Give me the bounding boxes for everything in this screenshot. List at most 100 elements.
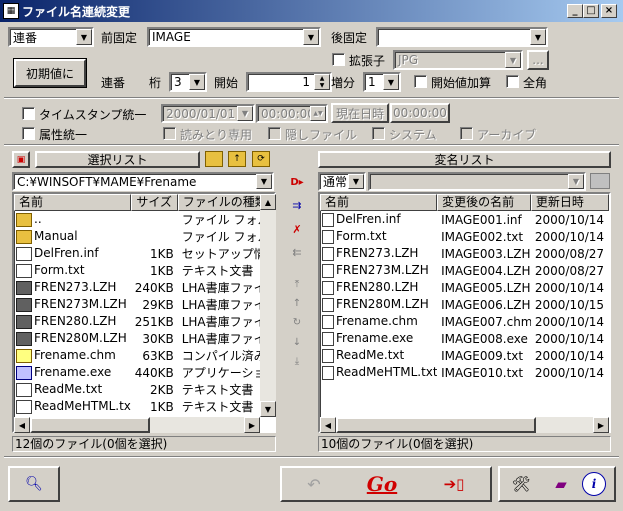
col-name[interactable]: 名前 xyxy=(320,194,438,211)
extension-combo[interactable]: JPG ▼ xyxy=(393,50,523,70)
scroll-up-icon[interactable]: ▲ xyxy=(260,194,276,210)
chevron-down-icon[interactable]: ▼ xyxy=(568,174,584,189)
table-row[interactable]: FREN280M.LZH IMAGE006.LZH 2000/10/15 xyxy=(320,296,609,313)
folder-icon[interactable] xyxy=(590,173,610,189)
table-row[interactable]: FREN280M.LZH 30KB LHA書庫ファイル xyxy=(14,330,274,347)
remove-all-icon[interactable]: ⇇ xyxy=(287,244,307,260)
folder-refresh-icon[interactable]: ⟳ xyxy=(252,151,270,167)
filter-combo[interactable]: ▼ xyxy=(368,172,586,191)
move-down-icon[interactable]: ↓ xyxy=(287,335,307,349)
table-row[interactable]: FREN273.LZH 240KB LHA書庫ファイル xyxy=(14,279,274,296)
table-row[interactable]: DelFren.inf 1KB セットアップ情報 xyxy=(14,245,274,262)
table-row[interactable]: FREN280.LZH 251KB LHA書庫ファイル xyxy=(14,313,274,330)
table-row[interactable]: ReadMe.txt 2KB テキスト文書 xyxy=(14,381,274,398)
scroll-right-icon[interactable]: ▶ xyxy=(244,417,260,433)
digits-select[interactable]: 3 ▼ xyxy=(169,72,207,92)
table-row[interactable]: Frename.exe IMAGE008.exe 2000/10/14 xyxy=(320,330,609,347)
table-row[interactable]: Form.txt 1KB テキスト文書 xyxy=(14,262,274,279)
hidden-checkbox[interactable] xyxy=(268,127,281,140)
timestamp-checkbox[interactable] xyxy=(22,107,35,120)
book-icon[interactable]: ▰ xyxy=(544,470,578,498)
right-scroll-thumb[interactable] xyxy=(336,417,536,433)
panel-toggle-icon[interactable]: ▣ xyxy=(12,151,30,168)
table-row[interactable]: Frename.chm IMAGE007.chm 2000/10/14 xyxy=(320,313,609,330)
table-row[interactable]: Form.txt IMAGE002.txt 2000/10/14 xyxy=(320,228,609,245)
table-row[interactable]: ReadMeHTML.txt IMAGE010.txt 2000/10/14 xyxy=(320,364,609,381)
scroll-down-icon[interactable]: ▼ xyxy=(260,401,276,417)
table-row[interactable]: .. ファイル フォルダ xyxy=(14,211,274,228)
scroll-left-icon[interactable]: ◀ xyxy=(320,417,336,433)
readonly-checkbox[interactable] xyxy=(163,127,176,140)
chevron-down-icon[interactable]: ▼ xyxy=(256,174,272,189)
chevron-down-icon[interactable]: ▼ xyxy=(530,29,546,45)
move-up-icon[interactable]: ↑ xyxy=(287,296,307,310)
table-row[interactable]: FREN280.LZH IMAGE005.LZH 2000/10/14 xyxy=(320,279,609,296)
move-top-icon[interactable]: ⤒ xyxy=(287,277,307,291)
chevron-down-icon[interactable]: ▼ xyxy=(383,74,399,90)
table-row[interactable]: DelFren.inf IMAGE001.inf 2000/10/14 xyxy=(320,211,609,228)
reset-defaults-button[interactable]: 初期値に xyxy=(13,58,87,88)
rename-file-list[interactable]: 名前 変更後の名前 更新日時 DelFren.inf IMAGE001.inf 20… xyxy=(318,192,611,433)
folder-icon[interactable] xyxy=(205,151,223,167)
info-icon[interactable]: i xyxy=(582,472,606,496)
path-combo[interactable]: C:¥WINSOFT¥MAME¥Frename ▼ xyxy=(12,172,274,191)
maximize-button[interactable]: □ xyxy=(583,4,599,18)
chevron-down-icon[interactable]: ▼ xyxy=(189,74,205,90)
preview-button[interactable]: 🔍︎ xyxy=(8,466,60,502)
archive-checkbox[interactable] xyxy=(460,127,473,140)
extension-browse-button[interactable]: ... xyxy=(527,50,549,70)
table-row[interactable]: Frename.chm 63KB コンパイル済み xyxy=(14,347,274,364)
undo-icon[interactable]: ↶ xyxy=(288,470,340,498)
start-input[interactable]: 1 ▲ ▼ xyxy=(246,72,332,92)
exit-icon[interactable]: ➔▯ xyxy=(424,470,484,498)
go-button[interactable]: Go xyxy=(352,470,412,498)
remove-icon[interactable]: ✗ xyxy=(287,221,307,237)
col-name[interactable]: 名前 xyxy=(14,194,132,211)
chevron-down-icon[interactable]: ▼ xyxy=(76,29,92,45)
settings-tools-icon[interactable]: 🛠︎ xyxy=(504,470,538,498)
folder-up-icon[interactable]: ↑ xyxy=(228,151,246,167)
table-row[interactable]: ReadMeHTML.txt 1KB テキスト文書 xyxy=(14,398,274,415)
step-select[interactable]: 1 ▼ xyxy=(363,72,401,92)
suffix-combo[interactable]: ▼ xyxy=(376,27,548,47)
extension-checkbox[interactable] xyxy=(332,53,345,66)
table-row[interactable]: FREN273M.LZH IMAGE004.LZH 2000/08/27 xyxy=(320,262,609,279)
scroll-right-icon[interactable]: ▶ xyxy=(593,417,609,433)
chevron-down-icon[interactable]: ▼ xyxy=(505,52,521,68)
chevron-down-icon[interactable]: ▼ xyxy=(303,29,319,45)
spinner-icon[interactable]: ▲▼ xyxy=(314,74,330,90)
attribute-checkbox[interactable] xyxy=(22,127,35,140)
table-row[interactable]: Manual ファイル フォルダ xyxy=(14,228,274,245)
system-checkbox[interactable] xyxy=(372,127,385,140)
start-add-checkbox[interactable] xyxy=(414,75,427,88)
col-modified[interactable]: 更新日時 xyxy=(530,194,609,211)
fullwidth-checkbox[interactable] xyxy=(506,75,519,88)
source-file-list[interactable]: 名前 サイズ ファイルの種類 .. ファイル フォルダ Manual ファイル フォル… xyxy=(12,192,276,433)
close-button[interactable]: × xyxy=(601,4,617,18)
table-row[interactable]: FREN273M.LZH 29KB LHA書庫ファイル xyxy=(14,296,274,313)
chevron-down-icon[interactable]: ▼ xyxy=(348,174,364,189)
now-button[interactable]: 現在日時 xyxy=(331,103,389,123)
left-vertical-scrollbar[interactable] xyxy=(260,194,276,417)
rotate-icon[interactable]: ↻ xyxy=(287,315,307,329)
left-scroll-thumb[interactable] xyxy=(30,417,150,433)
timestamp-time[interactable]: 00:00:00 ▲▼ xyxy=(256,104,328,123)
title-bar[interactable]: ▦ ファイル名連続変更 xyxy=(0,0,623,22)
col-size[interactable]: サイズ xyxy=(131,194,178,211)
add-all-icon[interactable]: ⇉ xyxy=(287,197,307,213)
move-bottom-icon[interactable]: ⤓ xyxy=(287,354,307,368)
col-new-name[interactable]: 変更後の名前 xyxy=(437,194,531,211)
table-row[interactable]: FREN273.LZH IMAGE003.LZH 2000/08/27 xyxy=(320,245,609,262)
timestamp-date[interactable]: 2000/01/01 ▼ xyxy=(161,104,255,123)
table-row[interactable]: ReadMe.txt IMAGE009.txt 2000/10/14 xyxy=(320,347,609,364)
time-button[interactable]: 00:00:00 xyxy=(390,103,450,123)
mode-select[interactable]: 連番 ▼ xyxy=(8,27,94,47)
add-to-rename-icon[interactable]: D▸ xyxy=(287,174,307,190)
spinner-icon[interactable]: ▲▼ xyxy=(310,106,326,121)
scroll-left-icon[interactable]: ◀ xyxy=(14,417,30,433)
minimize-button[interactable]: _ xyxy=(567,4,583,18)
table-row[interactable]: Frename.exe 440KB アプリケーション xyxy=(14,364,274,381)
prefix-combo[interactable]: IMAGE ▼ xyxy=(147,27,321,47)
chevron-down-icon[interactable]: ▼ xyxy=(237,106,253,121)
view-select[interactable]: 通常 ▼ xyxy=(318,172,366,191)
